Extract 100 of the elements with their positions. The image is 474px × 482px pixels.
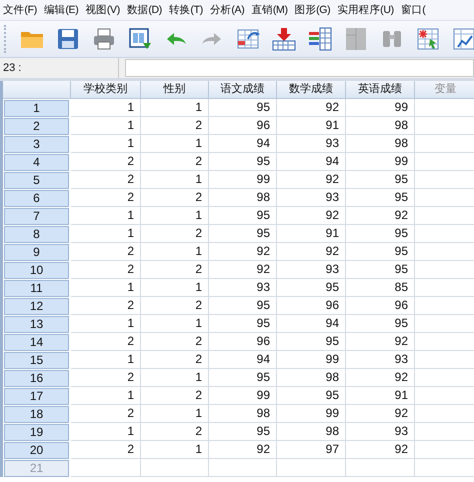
menu-item[interactable]: 转换(T) [169,3,203,17]
row-number[interactable]: 20 [4,442,69,459]
table-cell: 91 [277,117,346,135]
column-header[interactable]: 性别 [141,81,209,99]
table-cell: 94 [209,135,277,153]
table-cell: 99 [277,405,346,423]
row-number[interactable]: 11 [4,280,69,297]
table-cell: 1 [71,207,141,225]
table-cell: 1 [71,117,141,135]
menu-item[interactable]: 数据(D) [126,3,162,17]
table-cell: 1 [141,279,209,297]
table-cell: 91 [346,387,415,405]
table-cell: 1 [71,315,141,333]
column-header[interactable]: 语文成绩 [209,81,277,99]
table-cell: 98 [346,135,415,153]
table-cell: 2 [141,387,209,405]
table-cell: 95 [277,333,346,351]
table-cell: 2 [141,261,209,279]
table-cell: 92 [277,171,346,189]
menu-item[interactable]: 分析(A) [210,3,244,17]
row-number[interactable]: 19 [4,424,69,441]
table-cell [71,459,141,477]
table-cell: 98 [277,369,346,387]
save-icon[interactable] [56,27,80,51]
row-number[interactable]: 8 [4,226,69,243]
row-number[interactable]: 17 [4,388,69,405]
table-cell: 1 [71,351,141,369]
value-labels-icon[interactable] [416,27,440,51]
menu-item[interactable]: 直销(M) [251,3,288,17]
table-cell: 93 [277,189,346,207]
table-cell: 95 [346,261,415,279]
row-number[interactable]: 14 [4,334,69,351]
table-cell: 92 [277,243,346,261]
goto-case-icon[interactable] [236,27,260,51]
row-number[interactable]: 1 [4,100,69,117]
table-cell: 94 [277,315,346,333]
table-cell: 1 [71,423,141,441]
table-cell [346,459,415,477]
table-cell: 1 [71,387,141,405]
table-cell: 93 [277,261,346,279]
table-cell: 2 [141,297,209,315]
table-cell: 92 [346,369,415,387]
row-number[interactable]: 18 [4,406,69,423]
menu-item[interactable]: 视图(V) [85,3,120,17]
table-cell: 92 [277,99,346,117]
row-number[interactable]: 9 [4,244,69,261]
row-number[interactable]: 5 [4,172,69,189]
table-cell: 2 [71,441,141,459]
table-cell: 95 [209,99,277,117]
table-cell: 98 [277,423,346,441]
column-header[interactable]: 学校类别 [71,81,141,99]
menu-item[interactable]: 编辑(E) [44,3,78,17]
row-number[interactable]: 7 [4,208,69,225]
print-icon[interactable] [92,27,116,51]
chart-icon[interactable] [452,27,474,51]
row-number[interactable]: 13 [4,316,69,333]
table-cell: 1 [141,207,209,225]
row-number[interactable]: 12 [4,298,69,315]
row-number[interactable]: 6 [4,190,69,207]
table-cell: 95 [277,387,346,405]
table-cell: 95 [209,423,277,441]
table-cell: 92 [346,441,415,459]
table-cell: 92 [346,405,415,423]
row-number[interactable]: 3 [4,136,69,153]
table-cell: 1 [71,135,141,153]
row-number[interactable]: 4 [4,154,69,171]
dialog-icon[interactable] [128,27,152,51]
row-number[interactable]: 10 [4,262,69,279]
table-cell: 2 [71,171,141,189]
menu-item[interactable]: 实用程序(U) [337,3,394,17]
table-cell [141,459,209,477]
table-cell: 1 [71,99,141,117]
table-cell: 1 [141,243,209,261]
column-header[interactable]: 英语成绩 [346,81,415,99]
table-cell: 92 [209,441,277,459]
table-cell: 2 [141,117,209,135]
cell-value-field[interactable] [125,59,474,77]
table-cell: 93 [209,279,277,297]
table-cell: 96 [277,297,346,315]
table-cell: 1 [141,171,209,189]
table-cell: 96 [209,117,277,135]
row-number[interactable]: 15 [4,352,69,369]
menu-item[interactable]: 图形(G) [294,3,330,17]
table-cell: 99 [346,99,415,117]
table-cell: 1 [141,441,209,459]
table-cell: 95 [346,189,415,207]
table-cell: 99 [209,171,277,189]
row-number[interactable]: 16 [4,370,69,387]
menu-item[interactable]: 窗口( [400,3,426,17]
row-number[interactable]: 2 [4,118,69,135]
insert-icon[interactable] [272,27,296,51]
menu-item[interactable]: 文件(F) [3,3,37,17]
corner-header [3,81,71,99]
table-cell: 95 [209,225,277,243]
table-cell: 2 [71,369,141,387]
table-cell: 2 [141,423,209,441]
variables-icon[interactable] [308,27,332,51]
table-cell [277,459,346,477]
column-header[interactable]: 数学成绩 [277,81,346,99]
table-cell: 2 [141,333,209,351]
